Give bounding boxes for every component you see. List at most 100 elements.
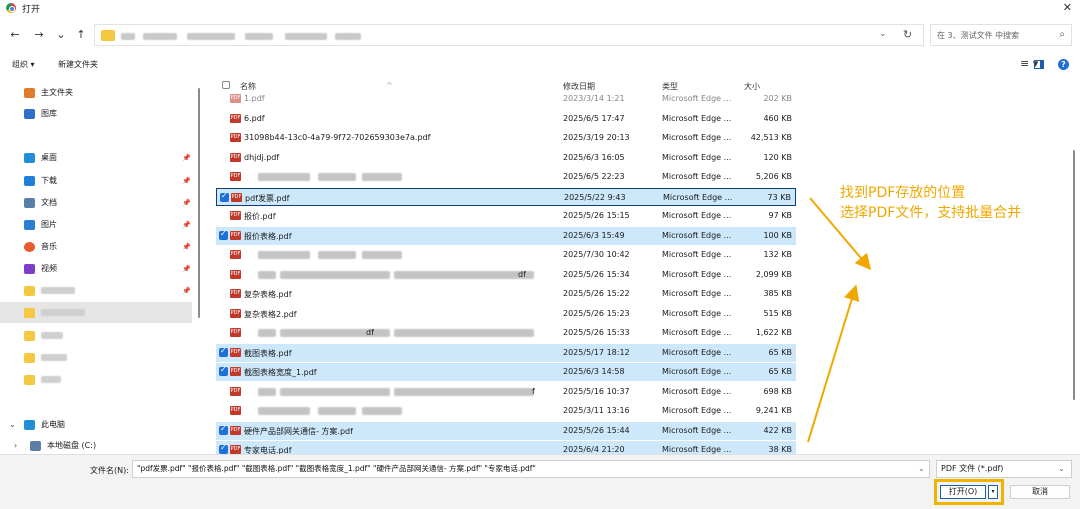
file-type: Microsoft Edge ... [662,367,732,376]
file-row[interactable]: PDF截图表格宽度_1.pdf 2025/6/3 14:58 Microsoft E… [216,363,796,381]
forward-arrow-icon[interactable]: → [32,25,46,45]
cancel-button[interactable]: 取消 [1010,485,1070,499]
file-row[interactable]: PDF 复杂表格.pdf 2025/5/26 15:22 Microsoft Edge… [216,285,796,303]
sidebar-item-gallery[interactable]: 图库 [0,103,192,124]
sidebar-item-local-disk[interactable]: › 本地磁盘 (C:) [0,435,192,456]
sidebar-item-pictures[interactable]: 图片 📌 [0,214,192,235]
file-row[interactable]: PDF f 2025/5/16 10:37 Microsoft Edge ... 698… [216,383,796,401]
open-button[interactable]: 打开(O) [940,485,986,499]
sidebar-item-folder[interactable]: 📌 [0,280,192,301]
row-checkbox[interactable] [219,289,228,298]
file-type: Microsoft Edge ... [662,152,732,162]
redacted-filename [258,251,310,259]
file-list-scrollbar[interactable] [1073,150,1075,400]
file-type: Microsoft Edge ... [662,133,732,142]
file-name: 31098b44-13c0-4a79-9f72-702659303e7a.pdf [244,133,431,142]
file-row[interactable]: PDF dhjdj.pdf 2025/6/3 16:05 Microsoft Edge… [216,149,796,167]
sidebar-item-folder[interactable] [0,347,192,368]
window-title: 打开 [22,4,41,15]
file-row[interactable]: PDF df 2025/5/26 15:34 Microsoft Edge ... 2,… [216,266,796,284]
row-checkbox[interactable] [219,424,228,435]
back-arrow-icon[interactable]: ← [8,25,22,45]
preview-pane-icon[interactable] [1034,60,1044,69]
file-row[interactable]: PDF 6.pdf 2025/6/5 17:47 Microsoft Edge ...… [216,110,796,128]
row-checkbox[interactable] [219,94,228,103]
sidebar-item-label: 桌面 [41,153,57,162]
row-checkbox[interactable] [219,346,228,357]
sidebar-item-folder[interactable] [0,325,192,346]
file-name: 6.pdf [244,113,265,123]
row-checkbox[interactable] [219,229,228,240]
filename-dropdown-icon[interactable]: ⌄ [918,464,925,473]
file-type: Microsoft Edge ... [662,347,732,357]
file-row[interactable]: PDFpdf发票.pdf 2025/5/22 9:43 Microsoft Edge… [216,187,796,206]
address-bar[interactable]: ⌄ ↻ [94,24,924,46]
search-box[interactable]: 在 3、测试文件 中搜索 ⌕ [930,24,1072,46]
row-checkbox[interactable] [219,270,228,279]
sidebar-item-label: 音乐 [41,242,57,251]
file-row[interactable]: PDF 31098b44-13c0-4a79-9f72-702659303e7a.… [216,129,796,147]
row-checkbox[interactable] [219,443,228,454]
row-checkbox[interactable] [219,114,228,123]
sidebar-item-music[interactable]: 音乐 📌 [0,236,192,257]
sidebar-item-videos[interactable]: 视频 📌 [0,258,192,279]
sidebar-item-this-pc[interactable]: ⌄ 此电脑 [0,414,192,435]
filetype-select[interactable]: PDF 文件 (*.pdf) ⌄ [936,460,1072,478]
sidebar-item-home[interactable]: 主文件夹 [0,82,192,103]
filename-input[interactable]: "pdf发票.pdf" "报价表格.pdf" "截图表格.pdf" "截图表格宽… [132,460,930,478]
file-date: 2025/3/11 13:16 [563,406,630,415]
file-date: 2025/5/26 15:23 [563,308,630,318]
row-checkbox[interactable] [219,406,228,415]
file-name: dhjdj.pdf [244,152,280,162]
sidebar-item-downloads[interactable]: 下载 📌 [0,170,192,191]
new-folder-button[interactable]: 新建文件夹 [58,59,98,70]
file-row[interactable]: PDF 2025/3/11 13:16 Microsoft Edge ... 9,24… [216,402,796,420]
recent-locations-chevron-icon[interactable]: ⌄ [54,25,68,45]
sidebar-item-folder-selected[interactable] [0,302,192,323]
file-row[interactable]: PDF 报价.pdf 2025/5/26 15:15 Microsoft Edge .… [216,207,796,225]
redacted-path [187,33,235,40]
expand-chevron-icon[interactable]: › [14,441,17,450]
help-icon[interactable]: ? [1058,59,1069,70]
row-checkbox[interactable] [219,153,228,162]
row-checkbox[interactable] [219,250,228,259]
file-row[interactable]: PDF报价表格.pdf 2025/6/3 15:49 Microsoft Edge … [216,226,796,245]
file-row[interactable]: PDF截图表格.pdf 2025/5/17 18:12 Microsoft Edge… [216,343,796,362]
row-checkbox[interactable] [219,211,228,220]
file-row[interactable]: PDF硬件产品部网关通信- 方案.pdf 2025/5/26 15:44 Micro… [216,421,796,440]
redacted-filename [362,251,402,259]
up-arrow-icon[interactable]: ↑ [74,25,88,45]
select-all-checkbox[interactable] [222,81,230,89]
redacted-filename [258,407,310,415]
organize-button[interactable]: 组织 ▾ [12,59,35,70]
file-size: 100 KB [763,230,792,240]
row-checkbox[interactable] [220,191,229,202]
search-icon: ⌕ [1059,29,1065,40]
file-row[interactable]: PDF 2025/7/30 10:42 Microsoft Edge ... 132 … [216,246,796,264]
pdf-file-icon: PDF [230,367,241,376]
file-row[interactable]: PDF 复杂表格2.pdf 2025/5/26 15:23 Microsoft Edg… [216,305,796,323]
row-checkbox[interactable] [219,133,228,142]
file-size: 460 KB [763,113,792,123]
expand-chevron-icon[interactable]: ⌄ [9,420,16,429]
row-checkbox[interactable] [219,328,228,337]
pdf-file-icon: PDF [230,328,241,337]
row-checkbox[interactable] [219,309,228,318]
close-icon[interactable]: ✕ [1063,1,1072,14]
file-row[interactable]: PDF 1.pdf 2023/3/14 1:21 Microsoft Edge ...… [216,90,796,108]
row-checkbox[interactable] [219,387,228,396]
file-row[interactable]: PDF 2025/6/5 22:23 Microsoft Edge ... 5,206… [216,168,796,186]
sidebar-scrollbar[interactable] [198,88,200,318]
file-size: 65 KB [768,367,792,376]
address-dropdown-icon[interactable]: ⌄ [879,29,887,39]
row-checkbox[interactable] [219,365,228,376]
refresh-icon[interactable]: ↻ [903,28,912,41]
sidebar-item-documents[interactable]: 文档 📌 [0,192,192,213]
sidebar-item-desktop[interactable]: 桌面 📌 [0,147,192,168]
open-split-dropdown[interactable]: ▾ [988,485,998,499]
file-row[interactable]: PDF df 2025/5/26 15:33 Microsoft Edge ... 1,… [216,324,796,342]
sidebar-item-folder[interactable] [0,369,192,390]
desktop-icon [24,152,35,163]
row-checkbox[interactable] [219,172,228,181]
redacted-path [335,33,361,40]
